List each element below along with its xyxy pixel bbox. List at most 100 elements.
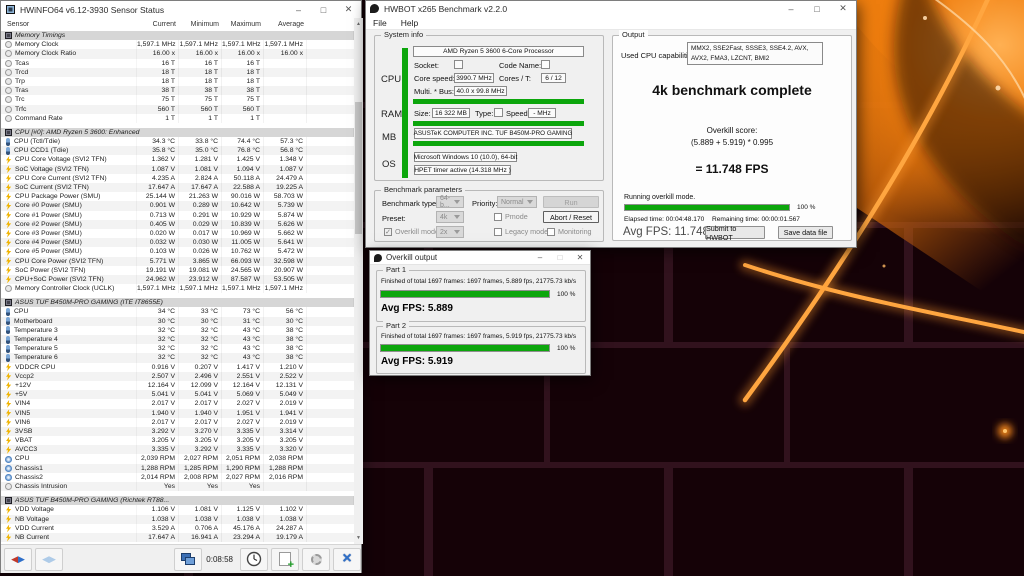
sensor-row[interactable]: Motherboard30 °C30 °C31 °C30 °C (1, 317, 354, 326)
sensor-row[interactable]: Memory Clock1,597.1 MHz1,597.1 MHz1,597.… (1, 40, 354, 49)
sensor-row[interactable]: VIN51.940 V1.940 V1.951 V1.941 V (1, 409, 354, 418)
sensor-row[interactable]: Trcd18 T18 T18 T (1, 68, 354, 77)
sensor-row[interactable]: CPU Core Voltage (SVI2 TFN)1.362 V1.281 … (1, 155, 354, 164)
sensor-row[interactable]: Vccp22.507 V2.496 V2.551 V2.522 V (1, 372, 354, 381)
sensor-row[interactable]: CPU CCD1 (Tdie)35.8 °C35.0 °C76.8 °C56.8… (1, 146, 354, 155)
maximize-button[interactable]: □ (550, 251, 570, 264)
sensor-value: Yes (222, 482, 264, 491)
exit-button[interactable]: × (333, 548, 361, 571)
navigate-arrows-button[interactable]: ◀▶ (4, 548, 32, 571)
minimize-button[interactable]: – (286, 1, 311, 18)
scrollbar-thumb[interactable] (355, 102, 362, 234)
legacy-mode-checkbox[interactable]: Legacy mode (494, 227, 548, 236)
sensor-row[interactable]: CPU34 °C33 °C73 °C56 °C (1, 307, 354, 316)
sensor-row[interactable]: Temperature 632 °C32 °C43 °C38 °C (1, 353, 354, 362)
navigate-arrows-disabled-button[interactable]: ◀▶ (35, 548, 63, 571)
sensor-row[interactable]: +12V12.164 V12.099 V12.164 V12.131 V (1, 381, 354, 390)
sensor-row[interactable]: CPU Core Current (SVI2 TFN)4.235 A2.824 … (1, 174, 354, 183)
pmode-checkbox[interactable]: Pmode (494, 212, 528, 221)
sensor-value: 1.038 V (222, 515, 264, 524)
close-button[interactable]: ✕ (336, 1, 361, 18)
benchmark-type-select[interactable]: 64-b... (436, 196, 464, 208)
sensor-row[interactable]: Core #5 Power (SMU)0.103 W0.026 W10.762 … (1, 247, 354, 256)
sensor-scrollbar[interactable]: ▲ ▼ (354, 18, 363, 544)
sensor-row[interactable]: Temperature 332 °C32 °C43 °C38 °C (1, 326, 354, 335)
section-header-row[interactable]: ASUS TUF B450M-PRO GAMING (ITE IT8655E) (1, 298, 354, 307)
sensor-row[interactable]: Core #0 Power (SMU)0.901 W0.289 W10.642 … (1, 201, 354, 210)
sensor-row[interactable]: SoC Voltage (SVI2 TFN)1.087 V1.081 V1.09… (1, 165, 354, 174)
minimize-button[interactable]: – (778, 1, 804, 16)
sensor-row[interactable]: Tcas16 T16 T16 T (1, 59, 354, 68)
sensor-row[interactable]: Core #4 Power (SMU)0.032 W0.030 W11.005 … (1, 238, 354, 247)
menu-file[interactable]: File (366, 18, 394, 28)
overkill-mode-checkbox[interactable]: ✓Overkill mode (384, 227, 439, 236)
priority-select[interactable]: Normal (497, 196, 537, 208)
sensor-row[interactable]: CPU2,039 RPM2,027 RPM2,051 RPM2,038 RPM (1, 454, 354, 463)
maximize-button[interactable]: □ (311, 1, 336, 18)
overkill-multiplier-select[interactable]: 2x (436, 226, 464, 238)
sensor-row[interactable]: Core #3 Power (SMU)0.020 W0.017 W10.969 … (1, 229, 354, 238)
sensor-row[interactable]: Temperature 432 °C32 °C43 °C38 °C (1, 335, 354, 344)
sensor-row[interactable]: Trp18 T18 T18 T (1, 77, 354, 86)
sensor-row[interactable]: Chassis IntrusionYesYesYes (1, 482, 354, 491)
sensor-row[interactable]: NB Current17.647 A16.941 A23.294 A19.179… (1, 533, 354, 542)
sensor-row[interactable]: Chassis22,014 RPM2,008 RPM2,027 RPM2,016… (1, 473, 354, 482)
sensor-row[interactable]: CPU+SoC Power (SVI2 TFN)24.962 W23.912 W… (1, 275, 354, 284)
run-button[interactable]: Run (543, 196, 599, 208)
sensor-row[interactable]: Tras38 T38 T38 T (1, 86, 354, 95)
sensor-row[interactable]: Core #1 Power (SMU)0.713 W0.291 W10.929 … (1, 211, 354, 220)
maximize-button[interactable]: □ (804, 1, 830, 16)
scroll-up-icon[interactable]: ▲ (354, 18, 363, 30)
sensor-row[interactable]: Trc75 T75 T75 T (1, 95, 354, 104)
sensor-row[interactable]: Trfc560 T560 T560 T (1, 105, 354, 114)
column-sensor[interactable]: Sensor (1, 21, 137, 28)
sensor-row[interactable]: VIN42.017 V2.017 V2.027 V2.019 V (1, 399, 354, 408)
close-button[interactable]: ✕ (570, 251, 590, 264)
monitoring-checkbox[interactable]: Monitoring (547, 227, 592, 236)
sensor-row[interactable]: 3VSB3.292 V3.270 V3.335 V3.314 V (1, 427, 354, 436)
sensor-row[interactable]: Memory Clock Ratio16.00 x16.00 x16.00 x1… (1, 49, 354, 58)
preset-select[interactable]: 4k (436, 211, 464, 223)
section-header-row[interactable]: ASUS TUF B450M-PRO GAMING (Richtek RT88.… (1, 496, 354, 505)
section-header-row[interactable]: CPU [#0]: AMD Ryzen 5 3600: Enhanced (1, 128, 354, 137)
hwinfo-titlebar[interactable]: HWiNFO64 v6.12-3930 Sensor Status – □ ✕ (1, 1, 361, 19)
reset-values-button[interactable] (302, 548, 330, 571)
sensor-row[interactable]: Memory Controller Clock (UCLK)1,597.1 MH… (1, 284, 354, 293)
sensor-row[interactable]: VBAT3.205 V3.205 V3.205 V3.205 V (1, 436, 354, 445)
sensor-row[interactable]: VDD Current3.529 A0.706 A45.176 A24.287 … (1, 524, 354, 533)
logging-button[interactable]: + (271, 548, 299, 571)
sensor-value: 0.029 W (179, 220, 222, 229)
sensor-row[interactable]: VDDCR CPU0.916 V0.207 V1.417 V1.210 V (1, 363, 354, 372)
sensor-row[interactable]: VDD Voltage1.106 V1.081 V1.125 V1.102 V (1, 505, 354, 514)
sensor-row[interactable]: AVCC33.335 V3.292 V3.335 V3.320 V (1, 445, 354, 454)
column-maximum[interactable]: Maximum (222, 21, 264, 28)
section-header-row[interactable]: Memory Timings (1, 31, 354, 40)
save-data-button[interactable]: Save data file (778, 226, 833, 239)
menu-help[interactable]: Help (394, 18, 425, 28)
scroll-down-icon[interactable]: ▼ (354, 532, 363, 544)
sensor-row[interactable]: Command Rate1 T1 T1 T (1, 114, 354, 123)
sensor-row[interactable]: NB Voltage1.038 V1.038 V1.038 V1.038 V (1, 515, 354, 524)
column-minimum[interactable]: Minimum (179, 21, 222, 28)
minimize-button[interactable]: – (530, 251, 550, 264)
sensor-name: Temperature 4 (14, 335, 58, 344)
column-current[interactable]: Current (137, 21, 179, 28)
sensor-row[interactable]: SoC Power (SVI2 TFN)19.191 W19.081 W24.5… (1, 266, 354, 275)
sensor-row[interactable]: SoC Current (SVI2 TFN)17.647 A17.647 A22… (1, 183, 354, 192)
column-average[interactable]: Average (264, 21, 307, 28)
close-button[interactable]: ✕ (830, 1, 856, 16)
submit-hwbot-button[interactable]: Submit to HWBOT (705, 226, 765, 239)
sensor-row[interactable]: +5V5.041 V5.041 V5.069 V5.049 V (1, 390, 354, 399)
clock-button[interactable] (240, 548, 268, 571)
sensor-row[interactable]: VIN62.017 V2.017 V2.027 V2.019 V (1, 418, 354, 427)
sensor-row[interactable]: Temperature 532 °C32 °C43 °C38 °C (1, 344, 354, 353)
sensor-row[interactable]: CPU Package Power (SMU)25.144 W21.263 W9… (1, 192, 354, 201)
sensor-row[interactable]: Chassis11,288 RPM1,285 RPM1,290 RPM1,288… (1, 464, 354, 473)
overkill-titlebar[interactable]: Overkill output – □ ✕ (370, 251, 590, 265)
hwbot-titlebar[interactable]: HWBOT x265 Benchmark v2.2.0 – □ ✕ (366, 1, 856, 17)
sensor-row[interactable]: CPU (Tctl/Tdie)34.3 °C33.8 °C74.4 °C57.3… (1, 137, 354, 146)
abort-reset-button[interactable]: Abort / Reset (543, 211, 599, 223)
remote-sensing-button[interactable] (174, 548, 202, 571)
sensor-row[interactable]: Core #2 Power (SMU)0.405 W0.029 W10.839 … (1, 220, 354, 229)
sensor-row[interactable]: CPU Core Power (SVI2 TFN)5.771 W3.865 W6… (1, 257, 354, 266)
